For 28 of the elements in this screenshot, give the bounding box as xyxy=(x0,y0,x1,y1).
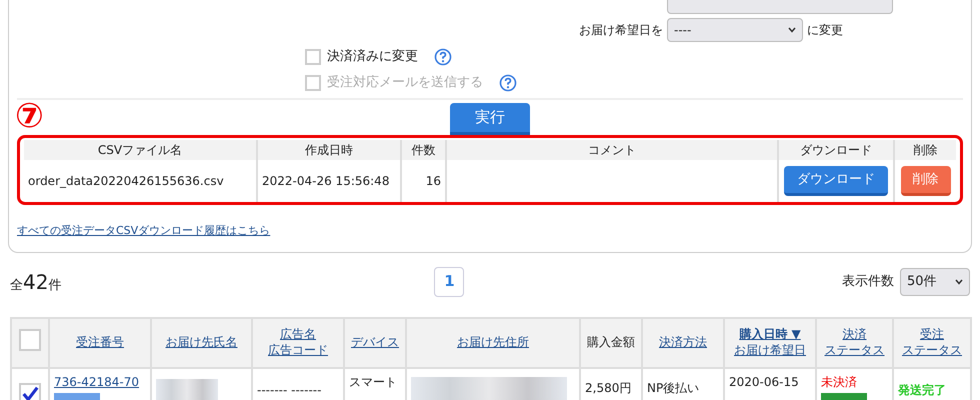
date-select[interactable]: ---- xyxy=(667,18,803,42)
download-button[interactable]: ダウンロード xyxy=(784,166,888,196)
column-header: コメント xyxy=(446,140,778,160)
field-label: お届け希望日を xyxy=(579,22,663,39)
column-header: 作成日時 xyxy=(257,140,401,160)
field-label: 表示件数 xyxy=(842,272,894,291)
column-header: 購入金額 xyxy=(587,334,635,349)
total-count: 全42件 xyxy=(10,268,62,296)
column-header: 削除 xyxy=(894,140,956,160)
column-header-link[interactable]: 受注番号 xyxy=(76,334,124,350)
execute-button[interactable]: 実行 xyxy=(450,103,530,135)
field-label: に変更 xyxy=(807,22,843,39)
page-button[interactable]: 1 xyxy=(434,266,464,296)
table-cell: order_data20220426155636.csv xyxy=(24,160,257,202)
checkbox-label: 決済済みに変更 xyxy=(327,48,418,66)
annotation-number: ⑦ xyxy=(15,99,44,133)
table-cell: 2022-04-26 15:56:48 xyxy=(257,160,401,202)
column-header: 件数 xyxy=(401,140,446,160)
column-header: ダウンロード xyxy=(778,140,894,160)
payment-status: 未決済 xyxy=(821,374,857,390)
table-cell: 16 xyxy=(401,160,446,202)
column-header-link[interactable]: 決済方法 xyxy=(659,334,707,350)
column-header: CSVファイル名 xyxy=(24,140,257,160)
checkbox-label: 受注対応メールを送信する xyxy=(327,74,483,92)
order-status: 発送完了 xyxy=(898,382,946,398)
per-page-select[interactable]: 50件 xyxy=(900,268,970,296)
column-header-link[interactable]: お届け先住所 xyxy=(457,334,529,350)
history-link[interactable]: すべての受注データCSVダウンロード履歴はこちら xyxy=(17,223,270,240)
